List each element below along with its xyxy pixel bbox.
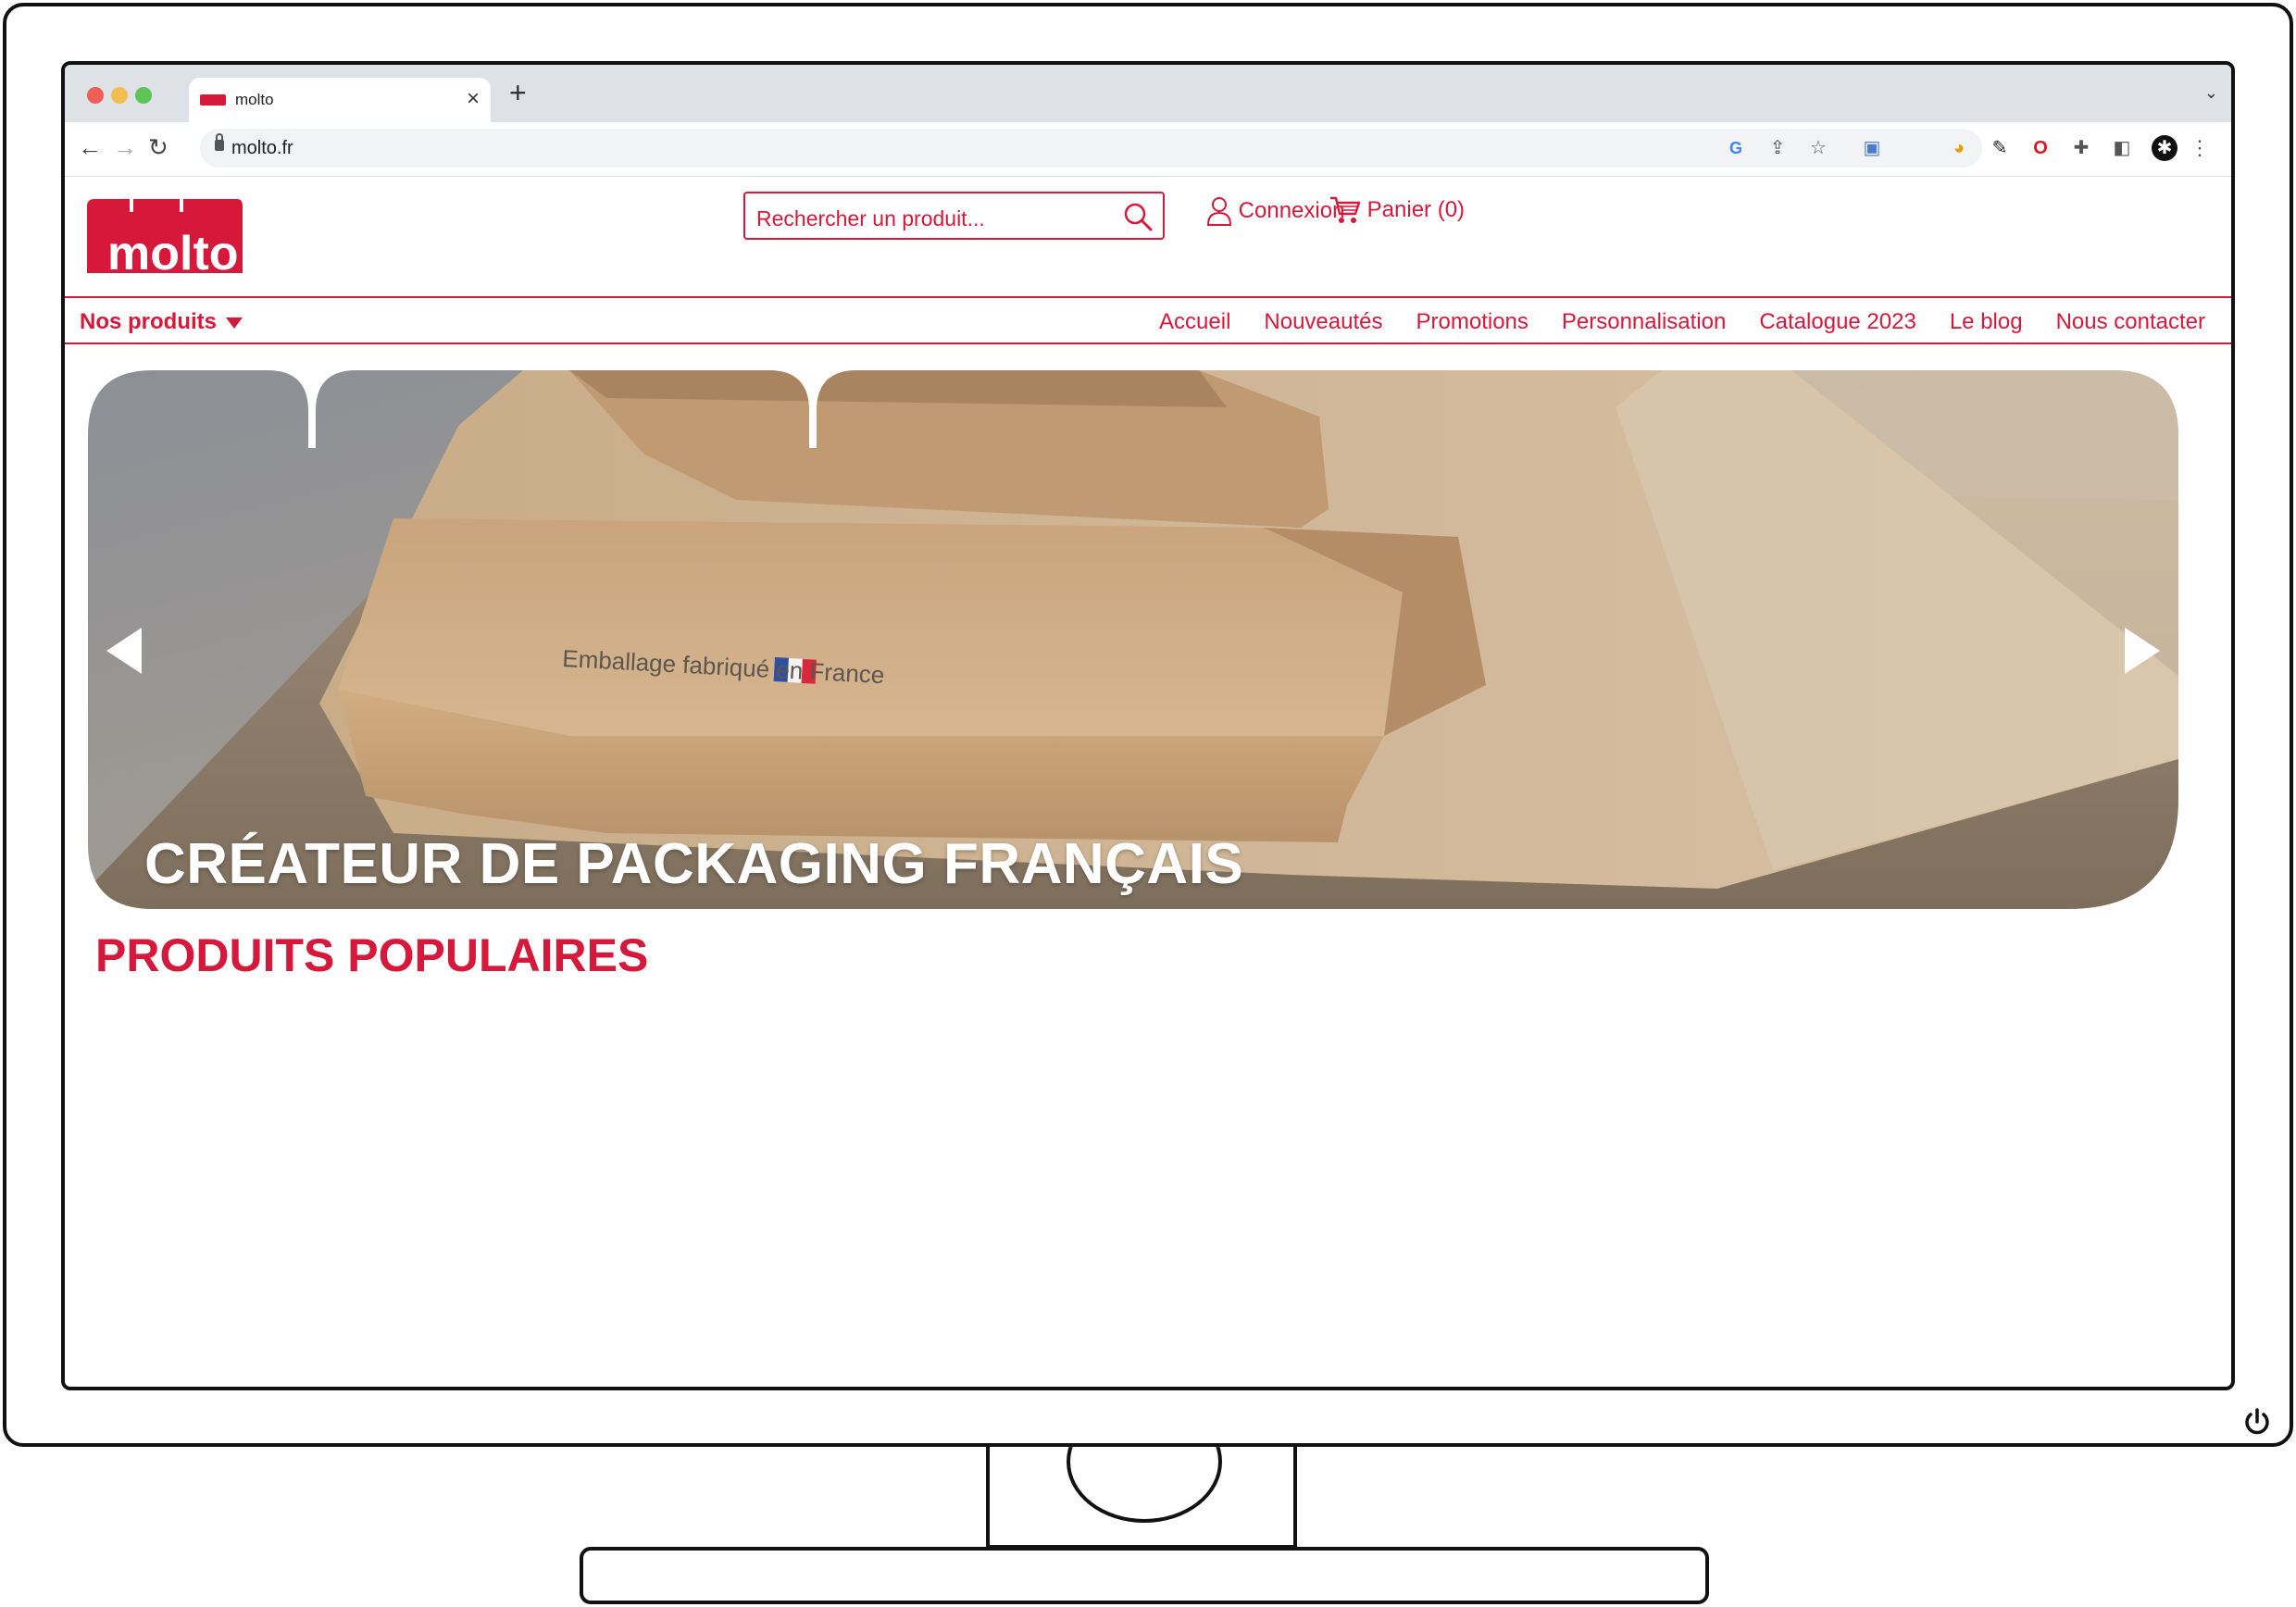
products-menu-label: Nos produits [80,309,217,334]
nav-item-contact[interactable]: Nous contacter [2056,309,2205,335]
share-icon[interactable]: ⇪ [1766,137,1789,159]
main-navigation: Nos produits Accueil Nouveautés Promotio… [65,296,2231,344]
hero-slider: Emballage fabriqué en France CRÉATEUR DE… [88,370,2178,909]
user-icon [1206,197,1232,226]
maximize-window-button[interactable] [135,87,152,104]
cart-link[interactable]: Panier (0) [1329,195,1465,232]
side-panel-icon[interactable]: ◧ [2111,137,2133,159]
login-link[interactable]: Connexion [1206,195,1344,232]
tab-close-icon[interactable]: × [467,86,480,112]
svg-text:molto: molto [107,227,239,273]
browser-menu-icon[interactable]: ⋮ [2189,137,2211,159]
nav-item-nouveautes[interactable]: Nouveautés [1264,309,1382,335]
slider-prev-arrow-icon[interactable] [106,628,142,674]
nav-item-accueil[interactable]: Accueil [1159,309,1230,335]
browser-tab-bar: molto × + ⌄ [65,65,2231,122]
search-input[interactable]: Rechercher un produit... [756,206,985,231]
google-icon[interactable]: G [1725,137,1747,159]
new-tab-button[interactable]: + [509,78,527,107]
browser-tab[interactable]: molto × [189,78,491,122]
power-icon[interactable] [2241,1406,2273,1438]
nav-item-promotions[interactable]: Promotions [1416,309,1529,335]
hero-title: CRÉATEUR DE PACKAGING FRANÇAIS [144,832,1244,896]
forward-button[interactable]: → [113,133,137,161]
browser-toolbar: ← → ↻ molto.fr G ⇪ ☆ ▣ ◕ ✎ O ✚ ◧ ✱ ⋮ [65,122,2231,177]
tab-title: molto [235,91,274,108]
caret-down-icon [226,317,243,329]
eyedropper-extension-icon[interactable]: ✎ [1989,137,2011,159]
cart-icon [1330,196,1361,223]
url-text[interactable]: molto.fr [231,138,293,159]
products-menu[interactable]: Nos produits [80,309,243,335]
bookmark-star-icon[interactable]: ☆ [1807,137,1829,159]
back-button[interactable]: ← [78,133,102,161]
molto-logo[interactable]: molto [81,197,244,273]
tab-search-chevron-icon[interactable]: ⌄ [2204,83,2218,103]
reload-button[interactable]: ↻ [148,133,168,161]
nav-item-personnalisation[interactable]: Personnalisation [1562,309,1726,335]
search-box[interactable]: Rechercher un produit... [743,192,1165,240]
translate-extension-icon[interactable]: ▣ [1861,137,1883,159]
monitor-stand-base [580,1547,1709,1604]
search-icon[interactable] [1122,201,1154,232]
profile-avatar-icon[interactable]: ✱ [2152,135,2177,161]
nav-item-blog[interactable]: Le blog [1950,309,2023,335]
cart-label: Panier (0) [1366,197,1466,222]
address-bar[interactable]: molto.fr [200,129,1982,168]
section-title: PRODUITS POPULAIRES [95,929,649,981]
molto-favicon-icon [200,94,226,106]
nav-item-catalogue[interactable]: Catalogue 2023 [1759,309,1915,335]
hero-image: Emballage fabriqué en France [88,370,2178,909]
screen: molto × + ⌄ ← → ↻ molto.fr G ⇪ ☆ ▣ ◕ ✎ O… [61,61,2235,1390]
lock-icon [215,133,224,151]
color-extension-icon[interactable]: ◕ [1948,137,1970,159]
website: molto Rechercher un produit... Connexion [65,177,2231,1387]
minimize-window-button[interactable] [111,87,128,104]
nav-menu: Accueil Nouveautés Promotions Personnali… [1159,309,2205,335]
close-window-button[interactable] [87,87,104,104]
slider-next-arrow-icon[interactable] [2125,628,2160,674]
opera-extension-icon[interactable]: O [2029,137,2052,159]
extensions-puzzle-icon[interactable]: ✚ [2070,137,2092,159]
